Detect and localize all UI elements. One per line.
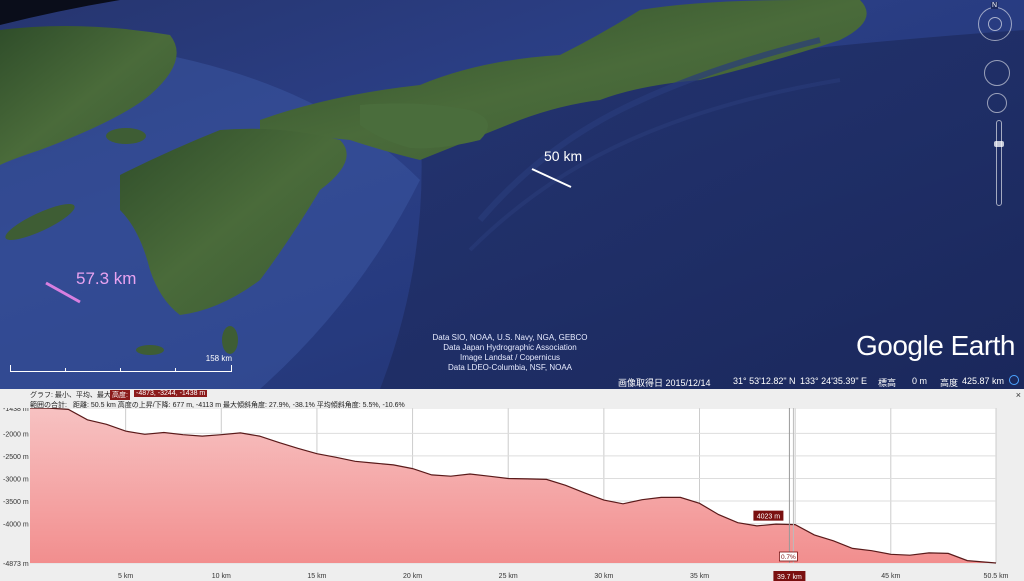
elevation-stats: -4873, -3244, -1438 m xyxy=(134,390,208,397)
status-bar: 画像取得日 2015/12/14 31° 53'12.82" N 133° 24… xyxy=(0,375,1024,389)
elevation-label: 標高 xyxy=(878,378,897,388)
streaming-indicator-icon xyxy=(1009,375,1019,385)
x-tick-label: 15 km xyxy=(307,573,326,580)
y-tick-label: -3000 m xyxy=(3,476,29,483)
move-joystick[interactable] xyxy=(987,93,1007,113)
elevation-profile-panel: グラフ: 最小、平均、最大 高度: -4873, -3244, -1438 m … xyxy=(0,389,1024,581)
x-tick-label: 45 km xyxy=(881,573,900,580)
x-tick-label: 25 km xyxy=(499,573,518,580)
cursor-slope: 0.7% xyxy=(781,554,796,561)
logo-earth: Earth xyxy=(950,330,1016,361)
y-tick-label: -2000 m xyxy=(3,431,29,438)
y-tick-label: -2500 m xyxy=(3,454,29,461)
logo-google: Google xyxy=(856,330,944,361)
scale-bar: 158 km xyxy=(10,354,232,372)
measure-label-57km: 57.3 km xyxy=(76,269,137,288)
x-tick-label: 50.5 km xyxy=(984,573,1009,580)
imagery-date: 画像取得日 2015/12/14 xyxy=(618,378,711,388)
x-tick-label: 20 km xyxy=(403,573,422,580)
longitude: 133° 24'35.39" E xyxy=(800,376,868,386)
latitude: 31° 53'12.82" N xyxy=(733,376,796,386)
scale-label: 158 km xyxy=(205,354,232,363)
profile-header-1: グラフ: 最小、平均、最大 高度: -4873, -3244, -1438 m xyxy=(0,389,1024,400)
y-tick-label: -3500 m xyxy=(3,499,29,506)
y-tick-label: -1438 m xyxy=(3,408,29,413)
altitude-label: 高度 xyxy=(940,378,959,388)
data-attribution: Data SIO, NOAA, U.S. Navy, NGA, GEBCO Da… xyxy=(420,333,600,373)
zoom-slider-knob[interactable] xyxy=(994,141,1004,147)
y-tick-label: -4000 m xyxy=(3,522,29,529)
compass-control[interactable]: N xyxy=(978,2,1012,41)
zoom-slider[interactable] xyxy=(994,120,1004,206)
compass-ring-icon xyxy=(988,17,1002,31)
cursor-distance: 39.7 km xyxy=(777,574,802,581)
elevation-chart[interactable]: -1438 m -2000 m -2500 m -3000 m -3500 m -4000… xyxy=(0,408,1024,581)
x-tick-label: 5 km xyxy=(118,573,133,580)
north-indicator: N xyxy=(991,2,999,9)
attribution-line: Image Landsat / Copernicus xyxy=(459,353,561,362)
x-tick-label: 10 km xyxy=(212,573,231,580)
map-viewport[interactable]: 57.3 km 50 km Data SIO, NOAA, U.S. Navy,… xyxy=(0,0,1024,389)
google-earth-logo: Google Earth xyxy=(856,330,1016,362)
altitude-value: 425.87 km xyxy=(962,376,1005,386)
elevation-value: 0 m xyxy=(912,376,928,386)
attribution-line: Data LDEO-Columbia, NSF, NOAA xyxy=(447,363,573,372)
y-tick-label: -4873 m xyxy=(3,561,29,568)
x-tick-label: 35 km xyxy=(690,573,709,580)
cursor-value: 4023 m xyxy=(757,514,781,521)
close-icon[interactable]: × xyxy=(1016,390,1021,400)
x-tick-label: 30 km xyxy=(594,573,613,580)
measure-label-50km: 50 km xyxy=(544,148,583,164)
look-joystick[interactable] xyxy=(984,60,1010,86)
attribution-line: Data SIO, NOAA, U.S. Navy, NGA, GEBCO xyxy=(432,333,588,342)
attribution-line: Data Japan Hydrographic Association xyxy=(443,343,577,352)
